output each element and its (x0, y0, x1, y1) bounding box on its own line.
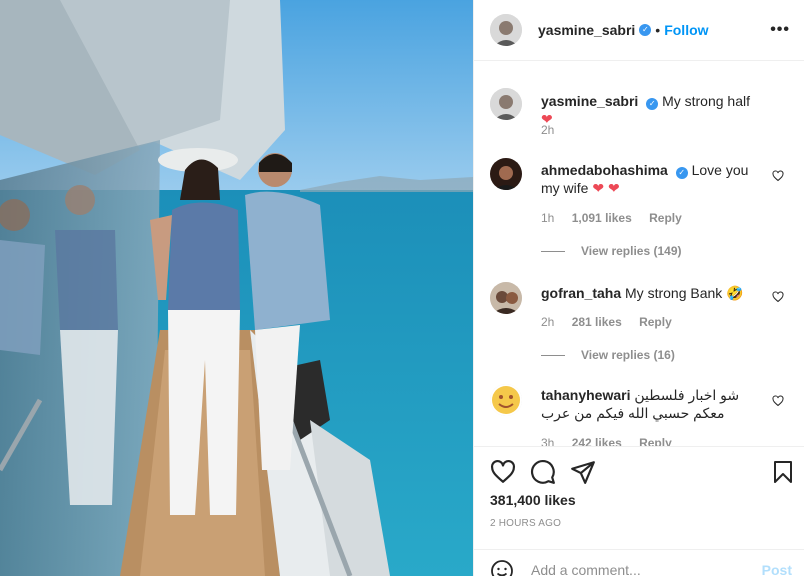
comment-item: gofran_taha My strong Bank 🤣 2h 281 like… (490, 282, 788, 382)
comment-text: My strong Bank (625, 285, 723, 301)
commenter-avatar[interactable] (490, 384, 522, 416)
comment-emoji: ❤ ❤ (592, 180, 620, 196)
comment-username[interactable]: ahmedabohashima (541, 162, 668, 178)
comment-body: yasmine_sabri ✓ My strong half ❤ (541, 92, 758, 128)
view-replies-label: View replies (16) (581, 348, 675, 362)
view-replies-button[interactable]: View replies (149) (541, 244, 682, 258)
author-avatar[interactable] (490, 14, 522, 46)
share-icon[interactable] (570, 459, 596, 485)
comment-username[interactable]: tahanyhewari (541, 387, 630, 403)
post-time[interactable]: 2 HOURS AGO (490, 518, 561, 529)
comment-time[interactable]: 2h (541, 123, 554, 137)
comment-icon[interactable] (530, 459, 556, 485)
emoji-icon[interactable] (490, 559, 514, 576)
comment-time[interactable]: 2h (541, 315, 554, 329)
comment-meta: 2h 281 likes Reply (541, 315, 686, 329)
comment-body: gofran_taha My strong Bank 🤣 (541, 284, 758, 302)
comments-list: yasmine_sabri ✓ My strong half ❤ 2h ahme… (474, 68, 804, 446)
comment-likes[interactable]: 242 likes (572, 436, 622, 446)
comment-likes[interactable]: 1,091 likes (572, 211, 632, 225)
like-comment-heart-icon[interactable] (772, 395, 784, 407)
comment-meta: 1h 1,091 likes Reply (541, 211, 696, 225)
post-actions: 381,400 likes 2 HOURS AGO Add a comment.… (474, 446, 804, 576)
post-sidebar: yasmine_sabri ✓ • Follow ••• yasmine_sab… (473, 0, 804, 576)
like-comment-heart-icon[interactable] (772, 170, 784, 182)
heart-icon[interactable] (490, 459, 516, 485)
replies-divider (541, 250, 565, 252)
action-icons-row (490, 459, 792, 485)
replies-divider (541, 354, 565, 356)
comment-composer: Add a comment... Post (474, 549, 804, 576)
comment-item: tahanyhewari شو اخبار فلسطين معكم حسبي ا… (490, 384, 788, 446)
verified-icon: ✓ (646, 98, 659, 110)
post-photo[interactable] (0, 0, 473, 576)
view-replies-label: View replies (149) (581, 244, 682, 258)
reply-button[interactable]: Reply (649, 211, 682, 225)
commenter-avatar[interactable] (490, 282, 522, 314)
like-comment-heart-icon[interactable] (772, 291, 784, 303)
header-dot: • (655, 22, 661, 38)
comment-meta: 2h (541, 123, 568, 137)
comment-username[interactable]: gofran_taha (541, 285, 621, 301)
verified-icon: ✓ (675, 167, 688, 179)
avatar-image (490, 14, 522, 46)
more-icon[interactable]: ••• (770, 22, 790, 38)
comment-username[interactable]: yasmine_sabri (541, 93, 638, 109)
comment-body: ahmedabohashima ✓ Love you my wife ❤ ❤ (541, 161, 758, 197)
post-header: yasmine_sabri ✓ • Follow ••• (474, 0, 804, 61)
commenter-avatar[interactable] (490, 88, 522, 120)
comment-item: ahmedabohashima ✓ Love you my wife ❤ ❤ 1… (490, 158, 788, 268)
bookmark-icon[interactable] (771, 459, 795, 485)
comment-body: tahanyhewari شو اخبار فلسطين معكم حسبي ا… (541, 386, 758, 422)
avatar-image (490, 158, 522, 190)
view-replies-button[interactable]: View replies (16) (541, 348, 675, 362)
likes-count[interactable]: 381,400 likes (490, 492, 576, 508)
follow-button[interactable]: Follow (664, 22, 708, 38)
post-button[interactable]: Post (762, 562, 792, 576)
avatar-image (490, 88, 522, 120)
post-photo-image (0, 0, 473, 576)
comment-likes[interactable]: 281 likes (572, 315, 622, 329)
verified-icon: ✓ (639, 24, 652, 36)
comment-emoji: 🤣 (726, 285, 744, 301)
avatar-image (490, 384, 522, 416)
avatar-image (490, 282, 522, 314)
reply-button[interactable]: Reply (639, 315, 672, 329)
comment-time[interactable]: 1h (541, 211, 554, 225)
comment-meta: 3h 242 likes Reply (541, 436, 686, 446)
author-username[interactable]: yasmine_sabri (538, 22, 635, 38)
comment-text: My strong half (662, 93, 751, 109)
commenter-avatar[interactable] (490, 158, 522, 190)
comment-time[interactable]: 3h (541, 436, 554, 446)
caption-item: yasmine_sabri ✓ My strong half ❤ 2h (490, 88, 788, 148)
reply-button[interactable]: Reply (639, 436, 672, 446)
comment-input[interactable]: Add a comment... (531, 562, 641, 576)
